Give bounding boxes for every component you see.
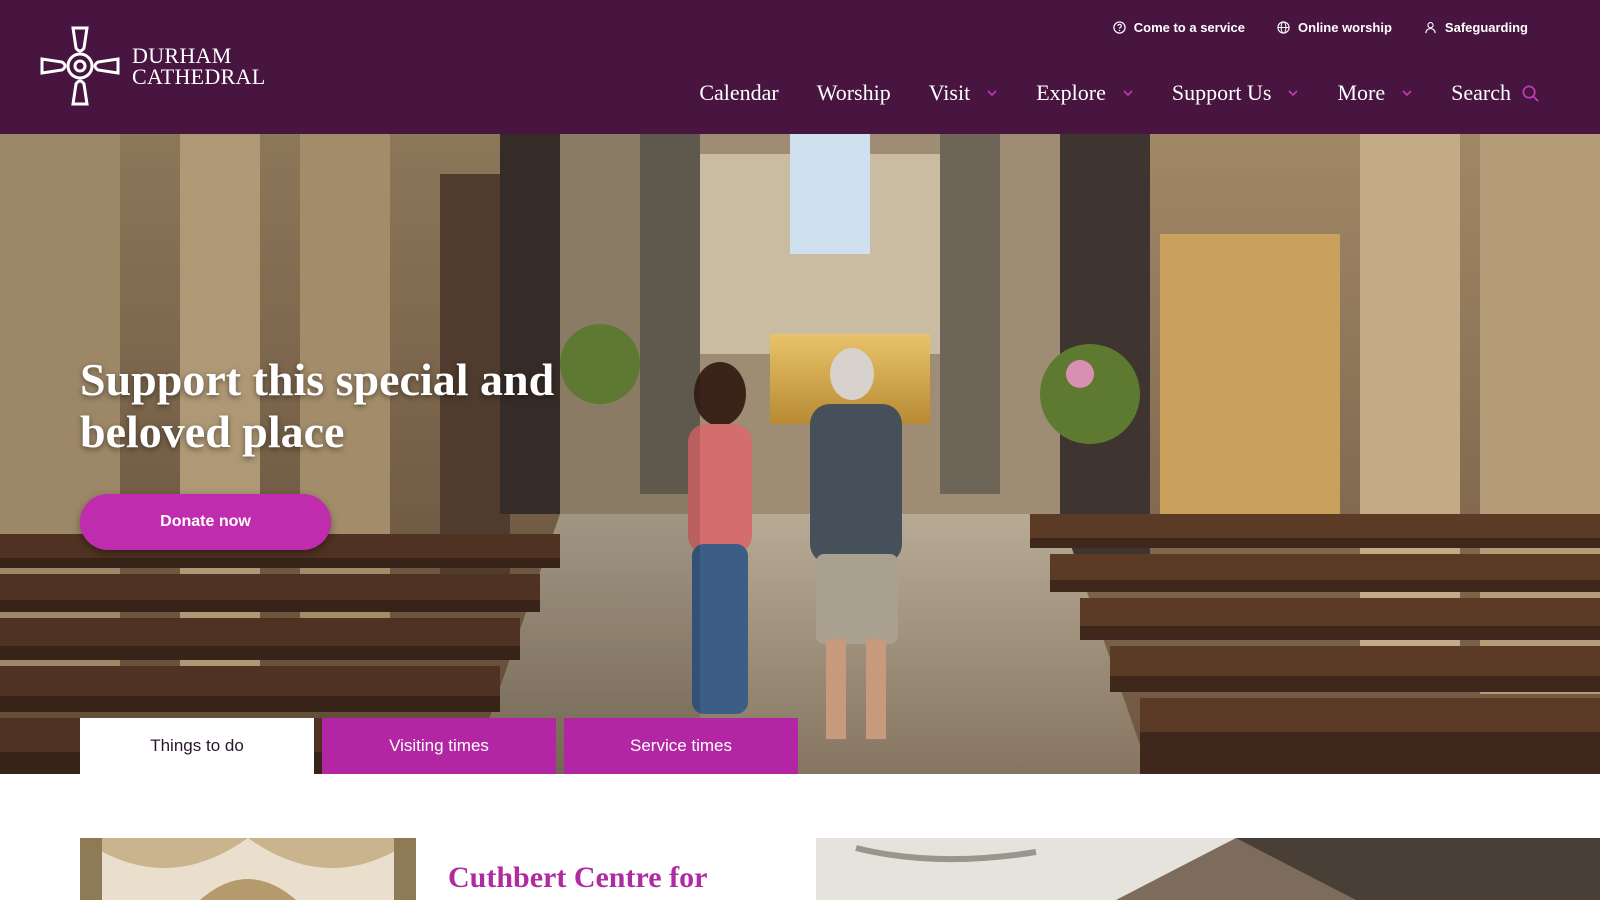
quick-info-tabs: Things to do Visiting times Service time…	[80, 718, 798, 774]
nav-worship[interactable]: Worship	[817, 80, 891, 106]
tab-service-times[interactable]: Service times	[564, 718, 798, 774]
nav-more[interactable]: More	[1337, 80, 1413, 106]
nav-label: Explore	[1036, 80, 1106, 105]
site-header: DURHAM CATHEDRAL Come to a service Onlin…	[0, 0, 1600, 134]
nav-label: Support Us	[1171, 80, 1272, 105]
nav-explore[interactable]: Explore	[1036, 80, 1134, 106]
nav-label: Search	[1451, 80, 1511, 105]
logo-line-2: CATHEDRAL	[132, 64, 266, 89]
tab-things-to-do[interactable]: Things to do	[80, 718, 314, 774]
feature-section: Cuthbert Centre for Pilgrimage and Praye…	[0, 774, 1600, 900]
hero-title: Support this special and beloved place	[80, 354, 555, 457]
chevron-down-icon	[987, 90, 997, 97]
chevron-down-icon	[1402, 90, 1412, 97]
logo-wordmark: DURHAM CATHEDRAL	[132, 43, 266, 89]
nav-calendar[interactable]: Calendar	[699, 80, 778, 106]
hero-banner: Support this special and beloved place D…	[0, 134, 1600, 774]
globe-icon	[1277, 21, 1290, 34]
tab-visiting-times[interactable]: Visiting times	[322, 718, 556, 774]
info-circle-icon	[1113, 21, 1126, 34]
nav-label: More	[1337, 80, 1386, 105]
feature-photo[interactable]	[816, 838, 1600, 900]
nav-label: Calendar	[699, 80, 779, 105]
cuthbert-centre-image[interactable]	[80, 838, 416, 900]
book-pages-image	[816, 838, 1600, 900]
site-logo[interactable]: DURHAM CATHEDRAL	[40, 26, 265, 106]
chevron-down-icon	[1288, 90, 1299, 97]
utility-online-worship[interactable]: Online worship	[1277, 20, 1392, 35]
cathedral-cross-icon	[40, 26, 120, 106]
nav-search[interactable]: Search	[1451, 80, 1540, 106]
nav-support-us[interactable]: Support Us	[1172, 80, 1300, 106]
feature-card-title[interactable]: Cuthbert Centre for Pilgrimage and Praye…	[448, 860, 748, 900]
search-icon	[1522, 85, 1539, 102]
donate-now-button[interactable]: Donate now	[80, 494, 331, 550]
person-icon	[1425, 22, 1436, 34]
utility-label: Online worship	[1298, 20, 1392, 35]
utility-label: Safeguarding	[1444, 20, 1528, 35]
nav-label: Worship	[816, 80, 891, 105]
utility-safeguarding[interactable]: Safeguarding	[1424, 20, 1528, 35]
utility-nav: Come to a service Online worship Safegua…	[1113, 20, 1528, 35]
vaulted-ceiling-image	[80, 838, 416, 900]
nav-label: Visit	[928, 80, 971, 105]
utility-label: Come to a service	[1133, 20, 1246, 35]
utility-come-to-service[interactable]: Come to a service	[1113, 20, 1245, 35]
logo-line-1: DURHAM	[132, 43, 232, 68]
main-nav: Calendar Worship Visit Explore Support U…	[699, 80, 1540, 106]
chevron-down-icon	[1123, 90, 1133, 97]
nav-visit[interactable]: Visit	[929, 80, 998, 106]
